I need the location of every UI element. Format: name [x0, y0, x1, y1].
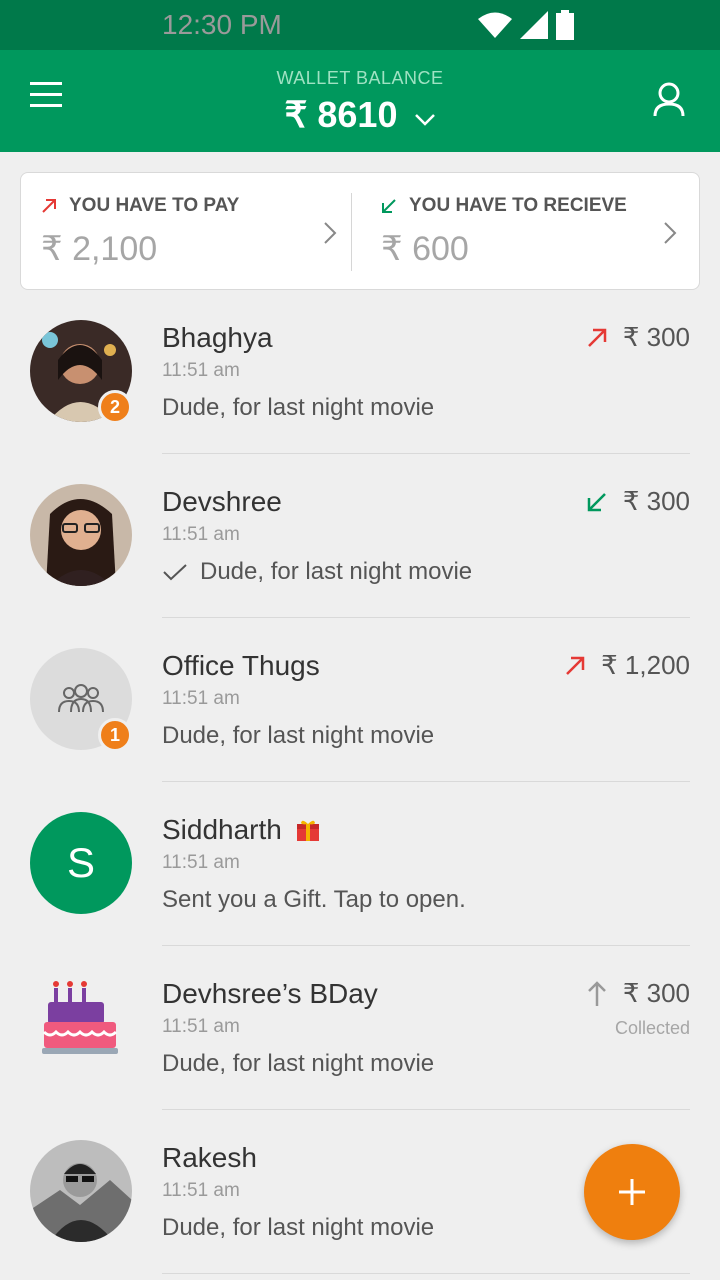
list-item[interactable]: 2 Bhaghya 11:51 am Dude, for last night …	[0, 290, 720, 454]
message-time: 11:51 am	[162, 1180, 240, 1201]
message-text: Dude, for last night movie	[162, 394, 435, 421]
unread-badge: 2	[98, 390, 132, 424]
row-divider	[162, 1273, 690, 1274]
contact-name: Siddharth	[162, 814, 282, 845]
contact-name: Rakesh	[162, 1142, 257, 1173]
message-preview: Dude, for last night movie	[162, 1214, 434, 1242]
receive-summary-label: YOU HAVE TO RECIEVE	[409, 195, 627, 216]
arrow-down-left-icon	[587, 492, 606, 511]
chevron-right-icon	[664, 222, 677, 244]
contact-name: Office Thugs	[162, 650, 320, 681]
amount: ₹ 300	[587, 322, 690, 353]
wallet-balance-amount: ₹ 8610	[284, 94, 398, 135]
amount-value: ₹ 300	[622, 978, 690, 1008]
wallet-balance-label: WALLET BALANCE	[276, 68, 444, 88]
message-text: Sent you a Gift. Tap to open.	[162, 886, 466, 913]
message-text: Dude, for last night movie	[162, 722, 435, 749]
balance-summary-card: YOU HAVE TO PAY ₹ 2,100 YOU HAVE TO RECI…	[20, 172, 700, 290]
chevron-right-icon	[324, 222, 337, 244]
birthday-cake-icon	[42, 981, 118, 1054]
summary-divider	[351, 193, 352, 271]
amount-value: ₹ 300	[622, 486, 690, 516]
group-icon	[58, 684, 104, 713]
contact-name: Devhsree’s BDay	[162, 978, 378, 1009]
receive-summary-header: YOU HAVE TO RECIEVE	[381, 195, 627, 217]
unread-badge: 1	[98, 718, 132, 752]
initial-avatar: S	[30, 812, 132, 914]
chevron-down-icon	[414, 114, 435, 126]
message-text: Dude, for last night movie	[200, 558, 473, 585]
contact-name-row: Siddharth	[162, 814, 320, 846]
avatar	[30, 1140, 132, 1242]
add-button[interactable]	[584, 1144, 680, 1240]
cake-avatar	[30, 976, 132, 1078]
receive-summary[interactable]: YOU HAVE TO RECIEVE ₹ 600	[361, 173, 691, 291]
amount: ₹ 1,200	[565, 650, 690, 681]
gift-icon	[296, 820, 319, 841]
amount: ₹ 300	[587, 486, 690, 517]
amount-status: Collected	[614, 1018, 690, 1038]
arrow-up-right-icon	[587, 328, 607, 347]
message-preview: Sent you a Gift. Tap to open.	[162, 886, 466, 914]
avatar-initial: S	[66, 839, 95, 886]
list-item[interactable]: S Siddharth 11:51 am Sent you a Gift. Ta…	[0, 782, 720, 946]
arrow-up-right-icon	[566, 656, 585, 675]
message-time: 11:51 am	[162, 360, 240, 381]
pay-summary-label: YOU HAVE TO PAY	[69, 195, 240, 216]
message-preview: Dude, for last night movie	[162, 394, 434, 422]
message-preview: Dude, for last night movie	[162, 1050, 434, 1078]
avatar	[30, 484, 132, 586]
list-item[interactable]: Devshree 11:51 am Dude, for last night m…	[0, 454, 720, 618]
arrow-up-icon	[587, 980, 606, 1006]
status-bar: 12:30 PM	[0, 0, 720, 50]
message-text: Dude, for last night movie	[162, 1214, 435, 1241]
list-item[interactable]: 1 Office Thugs 11:51 am Dude, for last n…	[0, 618, 720, 782]
app-bar: WALLET BALANCE ₹ 8610	[0, 50, 720, 152]
receive-summary-amount: ₹ 600	[381, 230, 469, 268]
plus-icon	[619, 1179, 645, 1205]
status-time: 12:30 PM	[162, 9, 282, 40]
amount: ₹ 300	[587, 978, 690, 1009]
contact-name: Bhaghya	[162, 322, 273, 353]
arrow-up-right-icon	[42, 199, 56, 213]
checkmark-icon	[163, 564, 187, 581]
list-item[interactable]: Devhsree’s BDay 11:51 am Dude, for last …	[0, 946, 720, 1110]
message-preview: Dude, for last night movie	[162, 558, 472, 586]
pay-summary-header: YOU HAVE TO PAY	[41, 195, 239, 217]
arrow-down-left-icon	[382, 199, 396, 213]
message-text: Dude, for last night movie	[162, 1050, 435, 1077]
profile-icon[interactable]	[652, 82, 686, 118]
pay-summary[interactable]: YOU HAVE TO PAY ₹ 2,100	[21, 173, 351, 291]
contact-name: Devshree	[162, 486, 282, 517]
wallet-balance-selector[interactable]: ₹ 8610	[0, 94, 720, 136]
amount-value: ₹ 1,200	[601, 650, 690, 680]
pay-summary-amount: ₹ 2,100	[41, 230, 158, 268]
message-preview: Dude, for last night movie	[162, 722, 434, 750]
amount-value: ₹ 300	[622, 322, 690, 352]
message-time: 11:51 am	[162, 852, 240, 873]
message-time: 11:51 am	[162, 688, 240, 709]
message-time: 11:51 am	[162, 1016, 240, 1037]
message-time: 11:51 am	[162, 524, 240, 545]
